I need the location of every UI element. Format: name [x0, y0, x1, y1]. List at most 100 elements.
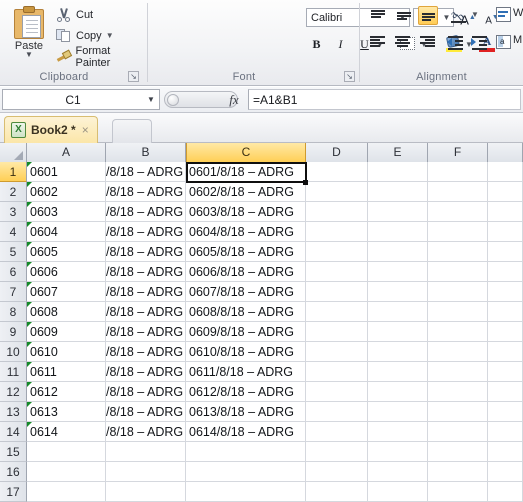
cell-C1[interactable]: 0601/8/18 – ADRG [186, 162, 306, 182]
cell-B14[interactable]: /8/18 – ADRG [106, 422, 186, 442]
row-header-1[interactable]: 1 [0, 162, 27, 182]
cell-x4[interactable] [488, 222, 523, 242]
cell-A9[interactable]: 0609 [27, 322, 106, 342]
cell-B3[interactable]: /8/18 – ADRG [106, 202, 186, 222]
italic-button[interactable]: I [330, 34, 351, 54]
cell-B9[interactable]: /8/18 – ADRG [106, 322, 186, 342]
cell-E15[interactable] [368, 442, 428, 462]
cell-F14[interactable] [428, 422, 488, 442]
copy-dropdown-caret[interactable]: ▼ [106, 31, 114, 40]
cell-E16[interactable] [368, 462, 428, 482]
cell-A4[interactable]: 0604 [27, 222, 106, 242]
cell-F10[interactable] [428, 342, 488, 362]
row-header-17[interactable]: 17 [0, 482, 27, 502]
cell-A13[interactable]: 0613 [27, 402, 106, 422]
copy-button[interactable]: Copy ▼ [56, 27, 114, 44]
cell-x5[interactable] [488, 242, 523, 262]
select-all-corner[interactable] [0, 143, 27, 162]
cell-D1[interactable] [306, 162, 368, 182]
cell-C8[interactable]: 0608/8/18 – ADRG [186, 302, 306, 322]
cell-F16[interactable] [428, 462, 488, 482]
cell-F7[interactable] [428, 282, 488, 302]
row-header-14[interactable]: 14 [0, 422, 27, 442]
column-header-b[interactable]: B [106, 143, 186, 162]
cell-E17[interactable] [368, 482, 428, 502]
insert-function-icon[interactable]: fx [222, 91, 246, 109]
cell-F8[interactable] [428, 302, 488, 322]
cell-C13[interactable]: 0613/8/18 – ADRG [186, 402, 306, 422]
orientation-dropdown-caret[interactable]: ▼ [471, 10, 479, 19]
cell-A7[interactable]: 0607 [27, 282, 106, 302]
cell-x8[interactable] [488, 302, 523, 322]
cell-F6[interactable] [428, 262, 488, 282]
cell-D10[interactable] [306, 342, 368, 362]
formula-input[interactable]: =A1&B1 [248, 89, 521, 110]
cell-C3[interactable]: 0603/8/18 – ADRG [186, 202, 306, 222]
row-header-4[interactable]: 4 [0, 222, 27, 242]
cell-C7[interactable]: 0607/8/18 – ADRG [186, 282, 306, 302]
cell-D16[interactable] [306, 462, 368, 482]
cell-x14[interactable] [488, 422, 523, 442]
format-painter-button[interactable]: Format Painter [56, 45, 146, 69]
row-header-2[interactable]: 2 [0, 182, 27, 202]
row-header-6[interactable]: 6 [0, 262, 27, 282]
cell-E13[interactable] [368, 402, 428, 422]
cell-B5[interactable]: /8/18 – ADRG [106, 242, 186, 262]
cell-x9[interactable] [488, 322, 523, 342]
cell-D13[interactable] [306, 402, 368, 422]
cell-E4[interactable] [368, 222, 428, 242]
align-left-button[interactable] [368, 33, 388, 52]
cell-D14[interactable] [306, 422, 368, 442]
cell-F5[interactable] [428, 242, 488, 262]
cell-x3[interactable] [488, 202, 523, 222]
cell-x17[interactable] [488, 482, 523, 502]
cut-button[interactable]: Cut [56, 6, 93, 23]
cell-C4[interactable]: 0604/8/18 – ADRG [186, 222, 306, 242]
cell-E10[interactable] [368, 342, 428, 362]
cell-B11[interactable]: /8/18 – ADRG [106, 362, 186, 382]
text-orientation-button[interactable]: a b [447, 6, 470, 25]
font-dialog-launcher[interactable]: ↘ [344, 71, 355, 82]
cell-B13[interactable]: /8/18 – ADRG [106, 402, 186, 422]
row-header-11[interactable]: 11 [0, 362, 27, 382]
increase-indent-button[interactable] [470, 34, 489, 53]
cell-E12[interactable] [368, 382, 428, 402]
column-header-partial[interactable] [488, 143, 523, 162]
align-center-button[interactable] [393, 33, 413, 52]
cell-C2[interactable]: 0602/8/18 – ADRG [186, 182, 306, 202]
cell-B8[interactable]: /8/18 – ADRG [106, 302, 186, 322]
cell-F4[interactable] [428, 222, 488, 242]
cell-A5[interactable]: 0605 [27, 242, 106, 262]
cell-E5[interactable] [368, 242, 428, 262]
cell-E14[interactable] [368, 422, 428, 442]
merge-center-button[interactable]: a M [496, 34, 523, 53]
row-header-8[interactable]: 8 [0, 302, 27, 322]
cell-B7[interactable]: /8/18 – ADRG [106, 282, 186, 302]
row-header-7[interactable]: 7 [0, 282, 27, 302]
cell-A2[interactable]: 0602 [27, 182, 106, 202]
row-header-16[interactable]: 16 [0, 462, 27, 482]
cell-C12[interactable]: 0612/8/18 – ADRG [186, 382, 306, 402]
cell-B2[interactable]: /8/18 – ADRG [106, 182, 186, 202]
row-header-9[interactable]: 9 [0, 322, 27, 342]
wrap-text-button[interactable]: W [496, 6, 523, 25]
cell-A16[interactable] [27, 462, 106, 482]
cell-B17[interactable] [106, 482, 186, 502]
column-header-d[interactable]: D [306, 143, 368, 162]
cell-C15[interactable] [186, 442, 306, 462]
cell-D7[interactable] [306, 282, 368, 302]
cell-A1[interactable]: 0601 [27, 162, 106, 182]
cell-F3[interactable] [428, 202, 488, 222]
cell-B1[interactable]: /8/18 – ADRG [106, 162, 186, 182]
cell-C14[interactable]: 0614/8/18 – ADRG [186, 422, 306, 442]
document-tab-empty[interactable] [112, 119, 152, 143]
cell-A14[interactable]: 0614 [27, 422, 106, 442]
cell-D12[interactable] [306, 382, 368, 402]
cell-D11[interactable] [306, 362, 368, 382]
cell-x7[interactable] [488, 282, 523, 302]
row-header-12[interactable]: 12 [0, 382, 27, 402]
cell-x12[interactable] [488, 382, 523, 402]
cell-D6[interactable] [306, 262, 368, 282]
column-header-a[interactable]: A [27, 143, 106, 162]
cell-C9[interactable]: 0609/8/18 – ADRG [186, 322, 306, 342]
